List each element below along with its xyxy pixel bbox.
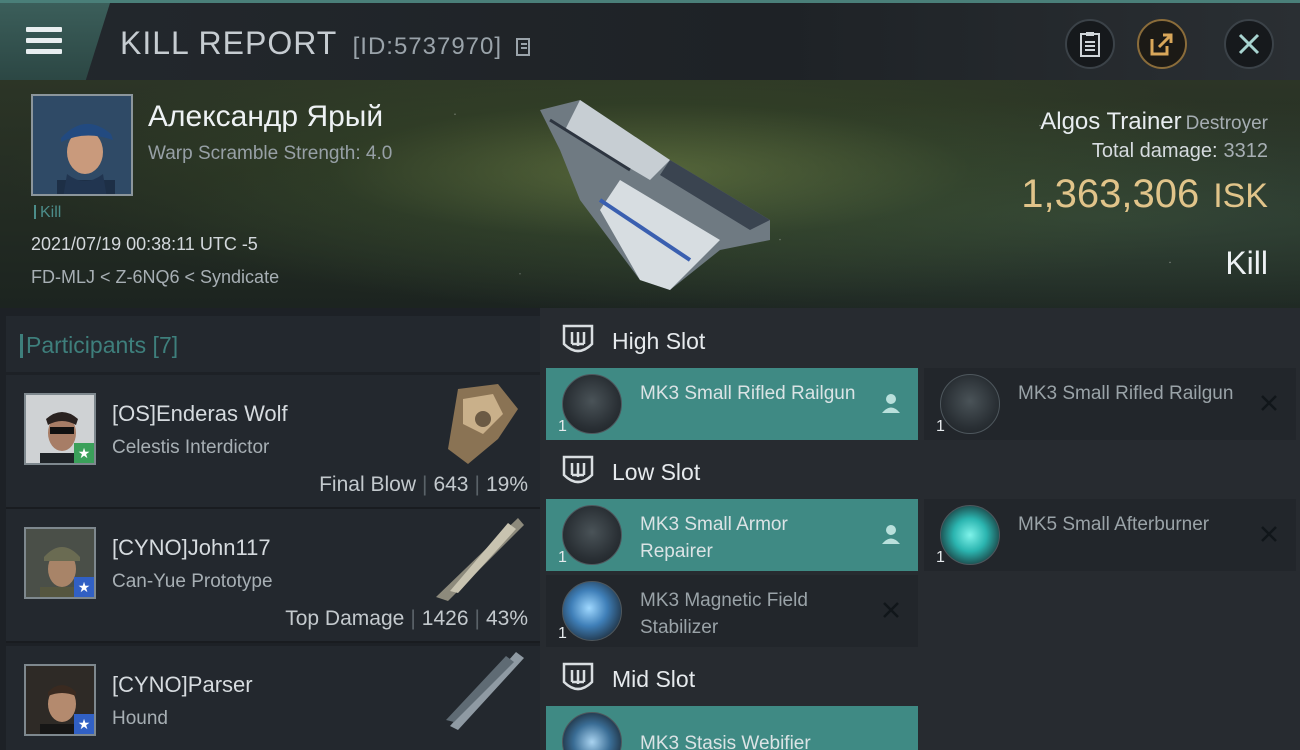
person-icon (882, 394, 900, 413)
high-slot-label: High Slot (612, 328, 706, 354)
title-text: KILL REPORT (120, 25, 337, 61)
star-icon: ★ (74, 443, 94, 463)
x-icon (883, 602, 899, 618)
participant-row[interactable]: ★ [OS]Enderas Wolf Celestis Interdictor … (6, 375, 540, 509)
module-qty: 1 (936, 549, 945, 566)
stat-label: Top Damage (285, 607, 405, 630)
participant-avatar: ★ (24, 393, 96, 465)
module-item[interactable]: MK3 Stasis Webifier (546, 706, 918, 750)
victim-ship-class: Destroyer (1185, 113, 1268, 134)
stat-label: Final Blow (319, 473, 416, 496)
copy-icon[interactable] (515, 38, 530, 56)
damage-value: 643 (433, 473, 469, 496)
railgun-icon (562, 374, 622, 434)
shield-icon (562, 324, 594, 353)
warp-scramble-strength: Warp Scramble Strength: 4.0 (148, 143, 393, 164)
mid-slot-header: Mid Slot (546, 652, 1300, 706)
victim-avatar[interactable] (31, 94, 133, 196)
report-id: [ID:5737970] (352, 33, 503, 60)
participant-name: [CYNO]Parser (112, 672, 253, 697)
participant-stats: Top Damage | 1426 | 43% (285, 607, 528, 630)
kill-location[interactable]: FD-MLJ < Z-6NQ6 < Syndicate (31, 267, 279, 288)
participant-ship-image (446, 652, 524, 730)
kill-tag: Kill (34, 204, 61, 222)
victim-ship-name: Algos Trainer (1040, 108, 1182, 135)
participant-row[interactable]: ★ [CYNO]Parser Hound (6, 646, 540, 750)
close-button[interactable] (1224, 19, 1274, 69)
kill-timestamp: 2021/07/19 00:38:11 UTC -5 (31, 234, 258, 254)
top-bar: KILL REPORT [ID:5737970] (0, 0, 1300, 80)
module-item[interactable]: 1 MK3 Small Rifled Railgun (924, 368, 1296, 440)
participants-panel: Participants [7] ★ [OS]Enderas Wolf Cele… (0, 308, 540, 750)
x-icon (1261, 395, 1277, 411)
share-icon (1150, 33, 1173, 56)
star-icon: ★ (74, 714, 94, 734)
module-qty: 1 (558, 625, 567, 642)
close-icon (1238, 33, 1260, 55)
participant-avatar: ★ (24, 527, 96, 599)
module-name: MK3 Small Rifled Railgun (640, 383, 856, 404)
armor-repairer-icon (562, 505, 622, 565)
module-qty: 1 (558, 418, 567, 435)
participant-ship: Can-Yue Prototype (112, 571, 273, 592)
participant-ship: Celestis Interdictor (112, 437, 270, 458)
participant-name: [CYNO]John117 (112, 535, 271, 560)
clipboard-icon (1080, 32, 1100, 57)
railgun-icon (940, 374, 1000, 434)
fittings-panel: High Slot 1 MK3 Small Rifled Railgun 1 M… (540, 308, 1300, 750)
module-qty: 1 (558, 549, 567, 566)
participant-ship: Hound (112, 708, 168, 729)
damage-percent: 43% (485, 607, 528, 630)
module-item[interactable]: 1 MK3 Magnetic Field Stabilizer (546, 575, 918, 647)
high-slot-header: High Slot (546, 314, 1300, 368)
low-slot-label: Low Slot (612, 459, 701, 485)
page-title: KILL REPORT [ID:5737970] (120, 25, 530, 62)
damage-value: 1426 (421, 607, 469, 630)
module-name: MK5 Small Afterburner (1018, 514, 1210, 535)
module-qty: 1 (936, 418, 945, 435)
star-icon: ★ (74, 577, 94, 597)
damage-percent: 19% (485, 473, 528, 496)
module-name: MK3 Magnetic Field Stabilizer (640, 590, 808, 638)
module-name: MK3 Small Armor Repairer (640, 514, 788, 562)
total-damage-label: Total damage: (1091, 140, 1218, 162)
victim-ship[interactable]: Algos Trainer Destroyer (1040, 108, 1268, 136)
stasis-webifier-icon (562, 712, 622, 750)
low-slot-header: Low Slot (546, 445, 1300, 499)
module-item[interactable]: 1 MK3 Small Armor Repairer (546, 499, 918, 571)
participant-ship-image (448, 384, 518, 464)
victim-banner: Александр Ярый Warp Scramble Strength: 4… (0, 80, 1300, 308)
mid-slot-label: Mid Slot (612, 666, 696, 692)
shield-icon (562, 455, 594, 484)
isk-amount: 1,363,306 (1021, 172, 1200, 216)
participants-title: Participants [7] (19, 332, 179, 358)
victim-portrait-image (33, 96, 131, 194)
module-item[interactable]: 1 MK5 Small Afterburner (924, 499, 1296, 571)
participant-stats: Final Blow | 643 | 19% (319, 473, 528, 496)
afterburner-icon (940, 505, 1000, 565)
total-damage: Total damage: 3312 (1092, 140, 1268, 163)
magnetic-field-stabilizer-icon (562, 581, 622, 641)
person-icon (882, 525, 900, 544)
clipboard-button[interactable] (1065, 19, 1115, 69)
module-name: MK3 Small Rifled Railgun (1018, 383, 1234, 404)
participant-ship-image (436, 518, 524, 601)
participants-header[interactable]: Participants [7] (6, 316, 540, 372)
x-icon (1261, 526, 1277, 542)
participant-avatar: ★ (24, 664, 96, 736)
menu-icon (26, 27, 62, 55)
module-item[interactable]: 1 MK3 Small Rifled Railgun (546, 368, 918, 440)
module-name: MK3 Stasis Webifier (640, 733, 811, 750)
victim-ship-image (540, 100, 770, 290)
menu-button[interactable] (0, 3, 110, 80)
participant-name: [OS]Enderas Wolf (112, 401, 288, 426)
shield-icon (562, 662, 594, 691)
total-damage-value: 3312 (1223, 140, 1269, 162)
share-button[interactable] (1137, 19, 1187, 69)
kill-result: Kill (1225, 245, 1268, 281)
isk-unit: ISK (1213, 177, 1268, 215)
victim-name[interactable]: Александр Ярый (148, 100, 383, 134)
isk-value: 1,363,306 ISK (1021, 172, 1268, 217)
participant-row[interactable]: ★ [CYNO]John117 Can-Yue Prototype Top Da… (6, 509, 540, 643)
